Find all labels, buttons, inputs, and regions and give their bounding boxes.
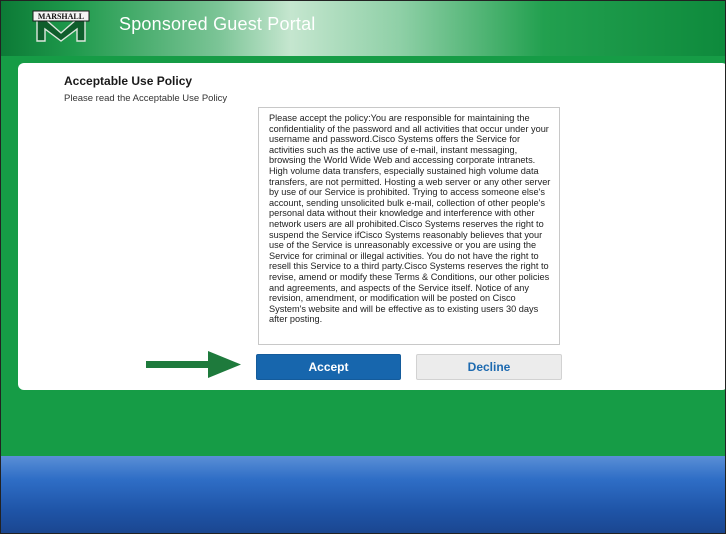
- policy-text-box[interactable]: Please accept the policy:You are respons…: [258, 107, 560, 345]
- portal-title: Sponsored Guest Portal: [119, 14, 316, 34]
- decline-button[interactable]: Decline: [416, 354, 562, 380]
- screenshot-frame: MARSHALL Sponsored Guest Portal Acceptab…: [0, 0, 726, 534]
- lower-background: [1, 456, 725, 533]
- portal-header: MARSHALL Sponsored Guest Portal: [1, 1, 725, 56]
- policy-heading: Acceptable Use Policy: [64, 74, 193, 88]
- marshall-logo-icon: MARSHALL: [32, 10, 90, 42]
- logo-text: MARSHALL: [38, 12, 84, 21]
- policy-instruction: Please read the Acceptable Use Policy: [64, 93, 228, 104]
- annotation-arrow-icon: [146, 351, 241, 378]
- accept-button[interactable]: Accept: [256, 354, 401, 380]
- policy-card: Acceptable Use Policy Please read the Ac…: [18, 63, 725, 390]
